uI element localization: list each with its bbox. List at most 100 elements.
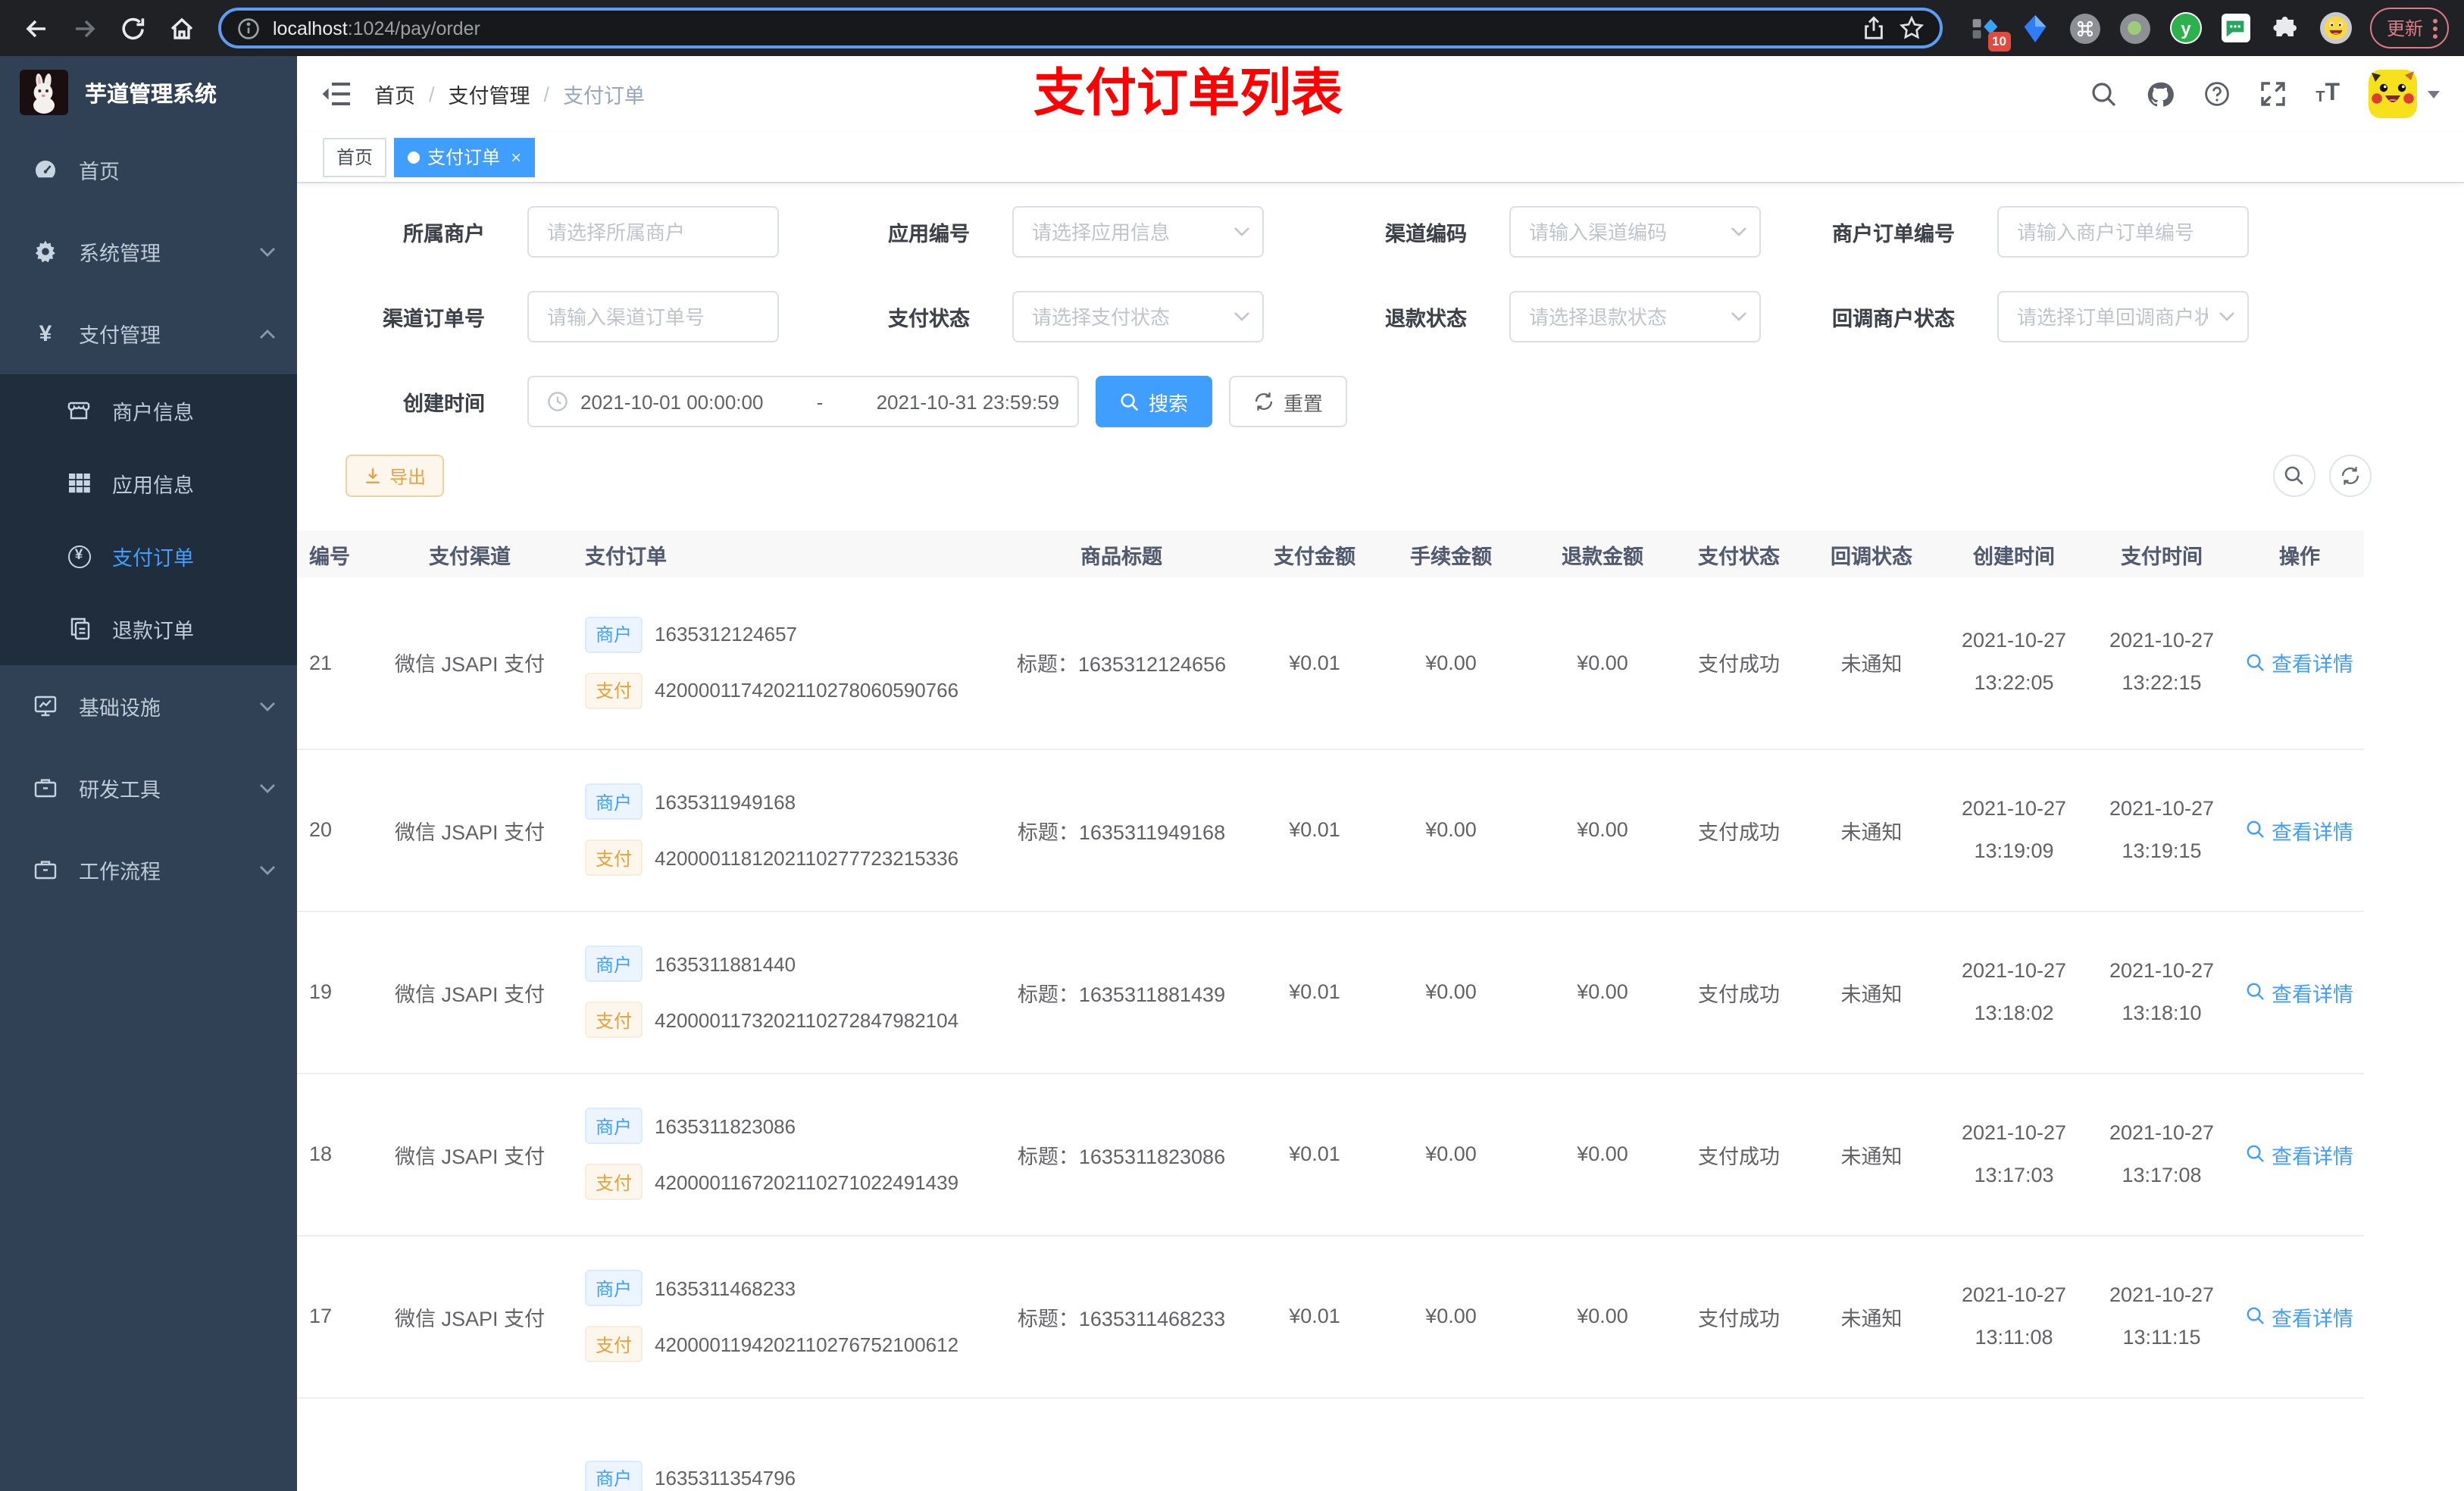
user-avatar[interactable] (2369, 70, 2417, 118)
column-header: 支付时间 (2088, 530, 2235, 577)
product-title: 标题：1635311468233 (1017, 1307, 1226, 1330)
sidebar-item-home[interactable]: 首页 (0, 129, 297, 211)
channel-code-select[interactable] (1509, 206, 1761, 258)
reset-button[interactable]: 重置 (1229, 376, 1348, 427)
recorder-extension-icon[interactable] (2119, 13, 2150, 43)
sidebar-item-dev-tools[interactable]: 研发工具 (0, 747, 297, 829)
channel-order-no-field[interactable] (527, 291, 779, 342)
sidebar-item-label: 首页 (79, 161, 120, 183)
forward-icon[interactable] (64, 7, 106, 49)
app-input[interactable] (1012, 206, 1264, 258)
show-search-button[interactable] (2273, 455, 2315, 497)
table-row: 19 微信 JSAPI 支付 商户 1635311881440 支付 42000… (297, 911, 2364, 1074)
field-label: 回调商户状态 (1832, 308, 1955, 330)
navbar-actions: TT (2090, 70, 2440, 118)
tab-pay-order[interactable]: 支付订单 × (394, 137, 536, 177)
tab-home[interactable]: 首页 (323, 137, 387, 177)
create-time: 2021-10-27 13:18:02 (1940, 911, 2088, 1074)
command-extension-icon[interactable] (2069, 13, 2100, 43)
app-select[interactable] (1012, 206, 1264, 258)
url-text: localhost:1024/pay/order (273, 17, 480, 39)
close-icon[interactable]: × (511, 148, 521, 166)
fee-amount: ¥0.00 (1425, 980, 1477, 1003)
channel-code-input[interactable] (1509, 206, 1761, 258)
back-icon[interactable] (15, 7, 58, 49)
sidebar-item-refund-order[interactable]: 退款订单 (0, 592, 297, 665)
view-detail-link[interactable]: 查看详情 (2246, 1301, 2353, 1331)
column-header: 回调状态 (1803, 530, 1940, 577)
url-bar[interactable]: localhost:1024/pay/order (218, 8, 1943, 48)
merchant-input[interactable] (527, 206, 779, 258)
breadcrumb-item[interactable]: 支付管理 (449, 79, 530, 109)
column-header: 手续金额 (1371, 530, 1531, 577)
refund-status-select[interactable] (1509, 291, 1761, 342)
view-detail-link[interactable]: 查看详情 (2246, 814, 2353, 845)
refresh-table-button[interactable] (2329, 455, 2372, 497)
search-button[interactable]: 搜索 (1096, 376, 1213, 427)
home-icon[interactable] (161, 7, 203, 49)
github-icon[interactable] (2146, 80, 2175, 108)
pay-status-select[interactable] (1012, 291, 1264, 342)
sidebar-item-infrastructure[interactable]: 基础设施 (0, 665, 297, 747)
pay-time: 2021-10-27 13:18:10 (2088, 911, 2235, 1074)
view-detail-link[interactable]: 查看详情 (2246, 1139, 2353, 1169)
sidebar-item-merchant-info[interactable]: 商户信息 (0, 374, 297, 447)
copy-document-icon (67, 617, 91, 641)
page-title-annotation: 支付订单列表 (1033, 65, 1343, 123)
date-range-picker[interactable]: 2021-10-01 00:00:00 - 2021-10-31 23:59:5… (527, 376, 1079, 427)
puzzle-extensions-icon[interactable] (2270, 13, 2300, 43)
share-icon[interactable] (1861, 15, 1887, 41)
merchant-order-no-field[interactable] (1997, 206, 2249, 258)
sidebar-item-system[interactable]: 系统管理 (0, 211, 297, 292)
pay-order-no: 4200001174202110278060590766 (655, 679, 959, 702)
refund-status-input[interactable] (1509, 291, 1761, 342)
sidebar-item-app-info[interactable]: 应用信息 (0, 447, 297, 520)
channel-order-no-input[interactable] (527, 291, 779, 342)
fullscreen-icon[interactable] (2259, 80, 2287, 108)
reload-icon[interactable] (112, 7, 155, 49)
pay-channel: 微信 JSAPI 支付 (394, 653, 545, 677)
app-logo[interactable]: 芋道管理系统 (0, 56, 297, 129)
fee-amount: ¥0.00 (1425, 1142, 1477, 1165)
export-button[interactable]: 导出 (346, 455, 445, 497)
profile-emoji-icon[interactable] (2319, 12, 2352, 44)
pay-status-input[interactable] (1012, 291, 1264, 342)
y-extension-icon[interactable]: y (2169, 12, 2202, 44)
pay-tag: 支付 (585, 1002, 643, 1038)
field-label: 应用编号 (888, 223, 970, 245)
merchant-select[interactable] (527, 206, 779, 258)
kite-extension-icon[interactable] (2020, 13, 2050, 43)
pay-status: 支付成功 (1698, 1145, 1780, 1167)
extensions-row: 10 y (1961, 12, 2361, 51)
column-header: 创建时间 (1940, 530, 2088, 577)
tabs-extension-icon[interactable]: 10 (1970, 13, 2011, 51)
refund-amount: ¥0.00 (1577, 1305, 1628, 1327)
pay-status: 支付成功 (1698, 653, 1780, 677)
sidebar-item-workflow[interactable]: 工作流程 (0, 829, 297, 911)
sidebar-item-pay-order[interactable]: ¥ 支付订单 (0, 520, 297, 592)
table-toolbar: 导出 (297, 455, 2464, 497)
sidebar-fold-icon[interactable] (321, 80, 352, 108)
breadcrumb-item[interactable]: 首页 (374, 79, 415, 109)
sidebar-item-payment[interactable]: ¥ 支付管理 (0, 292, 297, 374)
callback-status-select[interactable] (1997, 291, 2249, 342)
chevron-down-icon (1731, 227, 1747, 237)
chat-extension-icon[interactable] (2221, 14, 2250, 42)
view-detail-link[interactable]: 查看详情 (2246, 977, 2353, 1007)
merchant-order-no-input[interactable] (1997, 206, 2249, 258)
help-icon[interactable] (2203, 80, 2231, 108)
table-row: 17 微信 JSAPI 支付 商户 1635311468233 支付 42000… (297, 1235, 2364, 1398)
update-button[interactable]: 更新 (2369, 8, 2449, 48)
callback-status-input[interactable] (1997, 291, 2249, 342)
pay-order-line: 支付 4200001173202110272847982104 (585, 1002, 985, 1038)
pay-time: 2021-10-27 13:22:15 (2088, 577, 2235, 749)
view-detail-link[interactable]: 查看详情 (2246, 648, 2353, 678)
info-icon[interactable] (236, 16, 261, 40)
pay-order-no: 4200001181202110277723215336 (655, 846, 959, 869)
star-icon[interactable] (1899, 15, 1925, 41)
font-size-icon[interactable]: TT (2315, 81, 2340, 106)
refund-amount: ¥0.00 (1577, 818, 1628, 841)
chevron-down-icon (2219, 311, 2235, 322)
search-icon[interactable] (2090, 80, 2117, 108)
user-menu[interactable] (2369, 70, 2440, 118)
